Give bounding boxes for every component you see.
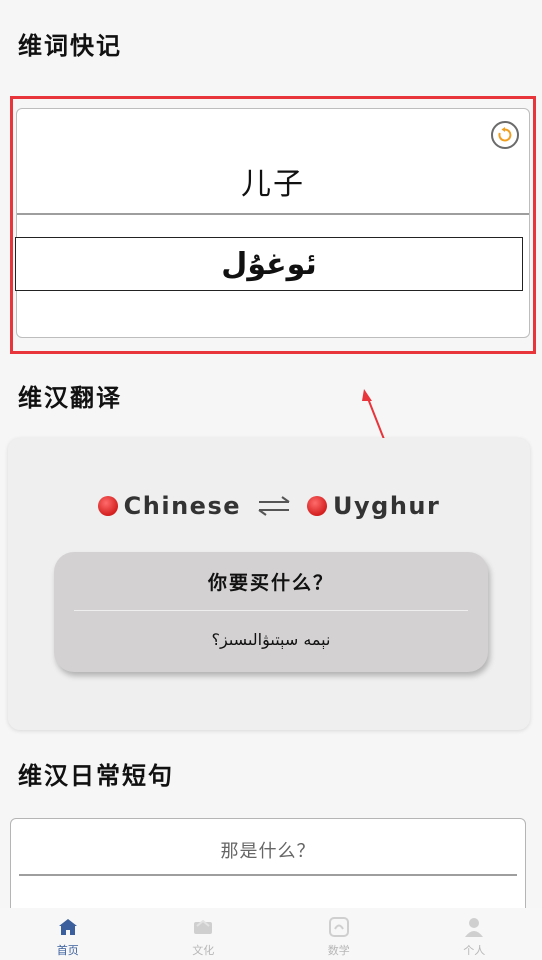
nav-label-culture: 文化 <box>192 944 215 957</box>
home-icon <box>57 916 79 938</box>
swap-arrows-icon[interactable] <box>257 495 291 517</box>
refresh-icon[interactable] <box>491 121 519 149</box>
translate-title: 维汉翻译 <box>18 384 122 412</box>
nav-label-math: 数学 <box>327 944 350 957</box>
language-row: Chinese Uyghur <box>8 492 530 520</box>
person-icon <box>463 916 485 938</box>
target-language[interactable]: Uyghur <box>333 492 440 520</box>
word-uyghur: ئوغۇل <box>15 237 523 291</box>
nav-label-profile: 个人 <box>463 944 486 957</box>
translator-card: Chinese Uyghur 你要买什么？ نېمە سېتىۋالىسىز؟ <box>8 438 530 730</box>
phrase-divider <box>19 874 517 876</box>
daily-phrases-title: 维汉日常短句 <box>18 762 174 790</box>
result-divider <box>74 610 468 611</box>
nav-item-math[interactable]: 数学 <box>271 908 407 960</box>
math-icon <box>328 916 350 938</box>
china-flag-icon <box>97 496 118 516</box>
bottom-nav: 首页 文化 数学 个人 <box>0 908 542 960</box>
phrase-chinese: 那是什么？ <box>220 841 316 862</box>
word-chinese: 儿子 <box>241 167 305 202</box>
nav-item-culture[interactable]: 文化 <box>136 908 272 960</box>
nav-item-home[interactable]: 首页 <box>0 908 136 960</box>
word-flash-title: 维词快记 <box>18 32 122 60</box>
word-divider <box>17 213 529 215</box>
translation-result[interactable]: 你要买什么？ نېمە سېتىۋالىسىز؟ <box>54 552 488 672</box>
word-flash-card[interactable]: 儿子 ئوغۇل <box>15 108 530 338</box>
result-chinese: 你要买什么？ <box>207 572 334 594</box>
china-flag-icon <box>307 496 328 516</box>
source-language[interactable]: Chinese <box>124 492 241 520</box>
culture-icon <box>192 916 214 938</box>
nav-label-home: 首页 <box>56 944 79 957</box>
nav-item-profile[interactable]: 个人 <box>407 908 542 960</box>
result-uyghur: نېمە سېتىۋالىسىز؟ <box>211 630 331 649</box>
